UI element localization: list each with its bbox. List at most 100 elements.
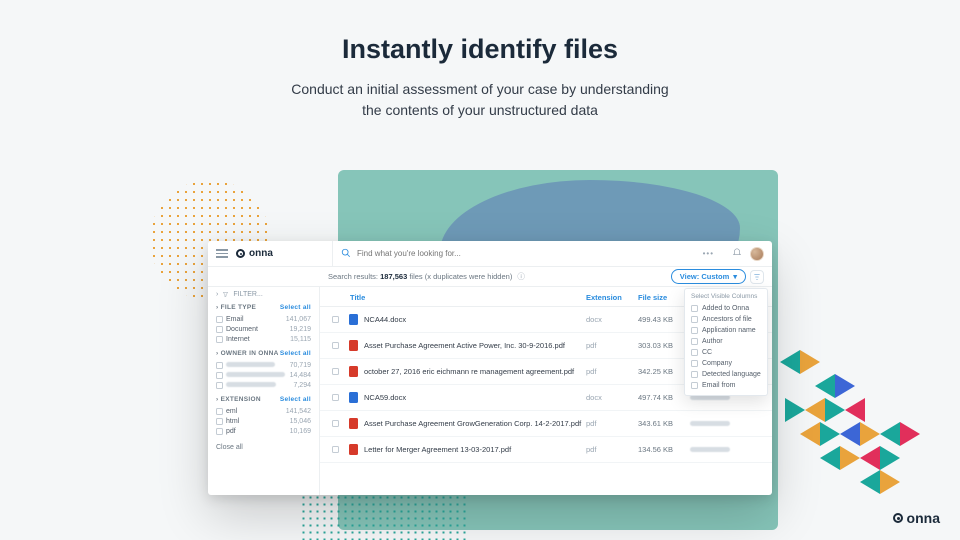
column-option[interactable]: Application name <box>691 325 761 336</box>
row-checkbox[interactable] <box>332 420 339 427</box>
filter-row[interactable]: Document19,219 <box>216 324 311 334</box>
table-row[interactable]: Letter for Merger Agreement 13-03-2017.p… <box>320 437 772 463</box>
file-ext: pdf <box>586 445 638 454</box>
bell-icon[interactable] <box>732 248 742 260</box>
checkbox[interactable] <box>216 428 223 435</box>
brand-logo-icon <box>893 513 903 523</box>
file-name: NCA59.docx <box>364 393 586 402</box>
file-size: 343.61 KB <box>638 419 690 428</box>
column-label: Detected language <box>702 371 761 378</box>
file-docx-icon <box>349 314 358 325</box>
avatar[interactable] <box>750 247 764 261</box>
checkbox[interactable] <box>691 349 698 356</box>
filter-row[interactable]: 70,719 <box>216 360 311 370</box>
filter-label: pdf <box>226 428 236 435</box>
popover-heading: Select Visible Columns <box>691 293 761 300</box>
column-option[interactable]: Author <box>691 336 761 347</box>
checkbox[interactable] <box>691 360 698 367</box>
checkbox[interactable] <box>691 327 698 334</box>
filter-count: 19,219 <box>290 326 311 333</box>
checkbox[interactable] <box>691 382 698 389</box>
filter-row[interactable]: eml 141,542 <box>216 406 311 416</box>
table-row[interactable]: Asset Purchase Agreement GrowGeneration … <box>320 411 772 437</box>
file-pdf-icon <box>349 366 358 377</box>
more-icon[interactable]: ••• <box>703 249 714 258</box>
column-label: Ancestors of file <box>702 316 752 323</box>
col-extension[interactable]: Extension <box>586 293 638 302</box>
column-option[interactable]: CC <box>691 347 761 358</box>
column-option[interactable]: Company <box>691 358 761 369</box>
section-title[interactable]: › OWNER IN ONNA <box>216 350 279 357</box>
checkbox[interactable] <box>216 418 223 425</box>
filter-label: html <box>226 418 239 425</box>
view-toggle-button[interactable]: View: Custom ▾ <box>671 269 746 284</box>
checkbox[interactable] <box>691 371 698 378</box>
column-option[interactable]: Email from <box>691 380 761 391</box>
filter-count: 7,294 <box>293 382 311 389</box>
page-subtitle: Conduct an initial assessment of your ca… <box>0 79 960 121</box>
filter-count: 141,067 <box>286 316 311 323</box>
select-all-link[interactable]: Select all <box>280 304 311 311</box>
column-option[interactable]: Added to Onna <box>691 303 761 314</box>
column-label: CC <box>702 349 712 356</box>
filter-row[interactable]: 7,294 <box>216 380 311 390</box>
select-all-link[interactable]: Select all <box>280 396 311 403</box>
section-title[interactable]: › EXTENSION <box>216 396 261 403</box>
file-name: Letter for Merger Agreement 13-03-2017.p… <box>364 445 586 454</box>
row-checkbox[interactable] <box>332 446 339 453</box>
file-pdf-icon <box>349 444 358 455</box>
file-size: 342.25 KB <box>638 367 690 376</box>
checkbox[interactable] <box>216 372 223 379</box>
select-all-link[interactable]: Select all <box>280 350 311 357</box>
section-title[interactable]: › FILE TYPE <box>216 304 256 311</box>
checkbox[interactable] <box>216 326 223 333</box>
filter-label <box>226 382 276 389</box>
checkbox[interactable] <box>216 336 223 343</box>
results-main: Title Extension File size NCA44.docxdocx… <box>320 287 772 495</box>
menu-icon[interactable] <box>216 249 228 258</box>
row-checkbox[interactable] <box>332 316 339 323</box>
col-title[interactable]: Title <box>350 293 586 302</box>
file-docx-icon <box>349 392 358 403</box>
filter-label: Internet <box>226 336 250 343</box>
file-name: NCA44.docx <box>364 315 586 324</box>
col-filesize[interactable]: File size <box>638 293 690 302</box>
filter-label <box>226 372 285 379</box>
checkbox[interactable] <box>216 362 223 369</box>
row-checkbox[interactable] <box>332 368 339 375</box>
column-picker-popover: Select Visible Columns Added to Onna Ance… <box>684 288 768 396</box>
search-input[interactable] <box>357 249 657 258</box>
column-label: Author <box>702 338 723 345</box>
row-checkbox[interactable] <box>332 394 339 401</box>
checkbox[interactable] <box>216 382 223 389</box>
close-all-link[interactable]: Close all <box>216 444 311 451</box>
checkbox[interactable] <box>216 316 223 323</box>
filter-label: eml <box>226 408 237 415</box>
filter-row[interactable]: pdf10,169 <box>216 426 311 436</box>
column-option[interactable]: Ancestors of file <box>691 314 761 325</box>
column-label: Company <box>702 360 732 367</box>
filter-row[interactable]: Email141,067 <box>216 314 311 324</box>
info-icon[interactable]: ⓘ <box>517 272 525 281</box>
row-checkbox[interactable] <box>332 342 339 349</box>
filter-row[interactable]: html15,046 <box>216 416 311 426</box>
column-option[interactable]: Detected language <box>691 369 761 380</box>
file-ext: docx <box>586 315 638 324</box>
file-size: 134.56 KB <box>638 445 690 454</box>
filter-row[interactable]: 14,484 <box>216 370 311 380</box>
file-name: Asset Purchase Agreement GrowGeneration … <box>364 419 586 428</box>
app-brand: onna <box>236 248 332 259</box>
checkbox[interactable] <box>216 408 223 415</box>
file-ext: pdf <box>586 367 638 376</box>
checkbox[interactable] <box>691 305 698 312</box>
file-name: Asset Purchase Agreement Active Power, I… <box>364 341 586 350</box>
file-ext: docx <box>586 393 638 402</box>
filter-count: 141,542 <box>286 408 311 415</box>
search-icon[interactable] <box>341 248 351 260</box>
checkbox[interactable] <box>691 316 698 323</box>
filter-row[interactable]: Internet15,115 <box>216 334 311 344</box>
checkbox[interactable] <box>691 338 698 345</box>
column-settings-button[interactable] <box>750 270 764 284</box>
page-title: Instantly identify files <box>0 0 960 65</box>
footer-brand: onna <box>893 510 940 526</box>
